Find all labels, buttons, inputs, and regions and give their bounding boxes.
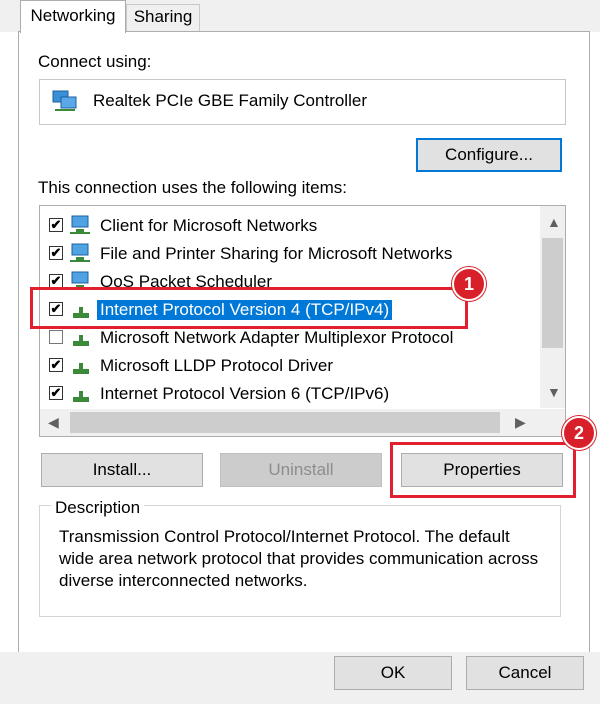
item-checkbox[interactable]: ✔ xyxy=(49,218,63,232)
uninstall-button[interactable]: Uninstall xyxy=(220,453,382,487)
network-client-icon xyxy=(70,215,90,234)
item-checkbox[interactable]: ✔ xyxy=(49,386,63,400)
dialog-button-bar: OK Cancel xyxy=(0,652,600,704)
configure-button[interactable]: Configure... xyxy=(416,138,562,172)
adapter-name: Realtek PCIe GBE Family Controller xyxy=(93,91,367,110)
vertical-scroll-thumb[interactable] xyxy=(542,238,563,348)
adapter-field: Realtek PCIe GBE Family Controller xyxy=(39,79,566,125)
ok-button[interactable]: OK xyxy=(334,656,452,690)
properties-highlight-box xyxy=(390,442,576,498)
install-button[interactable]: Install... xyxy=(41,453,203,487)
tab-sharing[interactable]: Sharing xyxy=(126,4,200,31)
protocol-icon xyxy=(73,363,89,374)
scroll-right-icon[interactable]: ▶ xyxy=(515,414,526,431)
list-item[interactable]: ✔ Client for Microsoft Networks xyxy=(40,212,535,240)
item-label: Microsoft Network Adapter Multiplexor Pr… xyxy=(100,328,454,347)
item-checkbox[interactable]: ✔ xyxy=(49,246,63,260)
item-label: Client for Microsoft Networks xyxy=(100,216,318,235)
tab-strip: Networking Sharing xyxy=(0,0,600,33)
vertical-scrollbar[interactable]: ▲ ▼ xyxy=(540,206,565,408)
item-checkbox[interactable]: ✔ xyxy=(49,274,63,288)
horizontal-scroll-thumb[interactable] xyxy=(70,412,500,433)
step-2-badge: 2 xyxy=(562,416,596,450)
items-label: This connection uses the following items… xyxy=(38,178,347,197)
list-item[interactable]: ✔ File and Printer Sharing for Microsoft… xyxy=(40,240,535,268)
network-adapter-icon xyxy=(52,90,77,111)
tab-networking[interactable]: Networking xyxy=(20,0,126,33)
step-1-badge: 1 xyxy=(452,267,486,301)
item-label: Microsoft LLDP Protocol Driver xyxy=(100,356,334,375)
protocol-icon xyxy=(73,335,89,346)
scroll-left-icon[interactable]: ◀ xyxy=(48,414,59,431)
item-label: File and Printer Sharing for Microsoft N… xyxy=(100,244,453,263)
item-checkbox[interactable]: ✔ xyxy=(49,358,63,372)
scroll-up-icon[interactable]: ▲ xyxy=(547,214,561,230)
item-checkbox[interactable] xyxy=(49,330,63,344)
item-label: Internet Protocol Version 6 (TCP/IPv6) xyxy=(100,384,390,403)
networking-panel: Connect using: Realtek PCIe GBE Family C… xyxy=(18,31,590,653)
scroll-down-icon[interactable]: ▼ xyxy=(547,384,561,400)
list-item[interactable]: ✔ Microsoft LLDP Protocol Driver xyxy=(40,352,535,380)
list-item[interactable]: ✔ Internet Protocol Version 6 (TCP/IPv6) xyxy=(40,380,535,408)
protocol-icon xyxy=(73,391,89,402)
ipv4-highlight-box xyxy=(30,287,468,329)
description-text: Transmission Control Protocol/Internet P… xyxy=(59,527,539,590)
description-legend: Description xyxy=(51,498,145,518)
cancel-button[interactable]: Cancel xyxy=(466,656,584,690)
connect-using-label: Connect using: xyxy=(38,52,152,71)
network-client-icon xyxy=(70,243,90,262)
horizontal-scrollbar[interactable]: ◀ ▶ xyxy=(40,409,565,436)
